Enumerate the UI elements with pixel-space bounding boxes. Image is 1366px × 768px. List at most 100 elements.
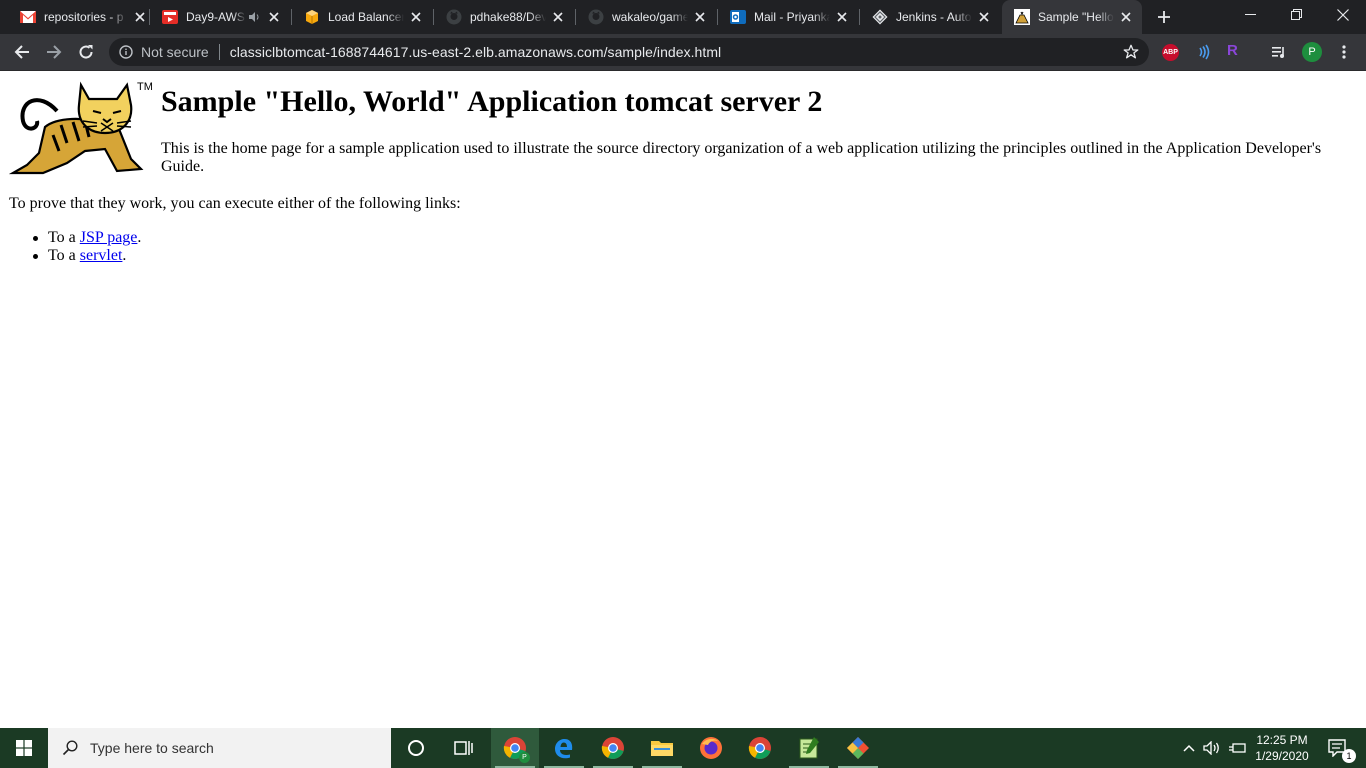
clock-time: 12:25 PM <box>1256 733 1308 747</box>
outlook-icon <box>730 9 746 25</box>
windows-logo-icon <box>16 740 32 756</box>
cortana-button[interactable] <box>392 728 440 768</box>
aws-icon <box>304 9 320 25</box>
close-icon[interactable] <box>834 9 850 25</box>
cortana-icon <box>408 740 424 756</box>
task-view-icon <box>454 741 473 755</box>
close-icon[interactable] <box>1118 9 1134 25</box>
wifi-extension-icon[interactable] <box>1192 40 1216 64</box>
restore-button[interactable] <box>1274 0 1320 30</box>
tab-strip: repositories - p Day9-AWS Load Balancers… <box>0 0 1366 34</box>
start-button[interactable] <box>0 728 48 768</box>
close-icon[interactable] <box>692 9 708 25</box>
link-prefix: To a <box>48 229 80 246</box>
r-extension-icon[interactable]: R <box>1227 42 1241 60</box>
servlet-link[interactable]: servlet <box>80 247 123 264</box>
folder-icon <box>651 741 673 756</box>
task-view-button[interactable] <box>440 728 488 768</box>
chrome-icon <box>601 737 624 759</box>
tab-sample-hello-active[interactable]: Sample "Hello <box>1002 0 1142 34</box>
tab-title: Load Balancers <box>328 10 404 24</box>
link-suffix: . <box>137 229 142 246</box>
tab-jenkins[interactable]: Jenkins - Auto <box>860 0 1002 34</box>
link-suffix: . <box>122 247 127 264</box>
taskbar-search-box[interactable]: Type here to search <box>48 728 391 768</box>
tab-title: wakaleo/game <box>612 10 688 24</box>
trademark-mark: TM <box>137 81 153 93</box>
security-label[interactable]: Not secure <box>141 44 209 60</box>
page-description: This is the home page for a sample appli… <box>161 140 1322 175</box>
gmail-icon <box>20 9 36 25</box>
git-icon <box>847 737 869 759</box>
tab-title: pdhake88/Dev <box>470 10 546 24</box>
network-icon[interactable] <box>1226 728 1248 768</box>
list-item: To a JSP page. <box>32 229 142 247</box>
tab-day9-aws[interactable]: Day9-AWS <box>150 0 292 34</box>
github-icon <box>446 9 462 25</box>
profile-avatar[interactable]: P <box>1302 42 1322 62</box>
info-icon[interactable] <box>118 44 134 60</box>
youtube-icon <box>162 9 178 25</box>
chrome-icon <box>748 737 771 759</box>
tomcat-icon <box>1014 9 1030 25</box>
github-icon <box>588 9 604 25</box>
speaker-icon[interactable] <box>248 9 262 25</box>
tab-title: Mail - Priyanka <box>754 10 830 24</box>
action-center-button[interactable]: 1 <box>1318 728 1358 768</box>
back-button[interactable] <box>10 40 34 64</box>
tab-title: Jenkins - Auto <box>896 10 972 24</box>
taskbar-notepad-plus[interactable] <box>785 728 833 768</box>
address-divider <box>218 44 220 60</box>
link-prefix: To a <box>48 247 80 264</box>
search-icon <box>62 740 78 756</box>
links-intro: To prove that they work, you can execute… <box>9 195 461 212</box>
taskbar-firefox[interactable] <box>687 728 735 768</box>
close-icon[interactable] <box>976 9 992 25</box>
web-page: TM Sample "Hello, World" Application tom… <box>0 71 1366 728</box>
tab-title: Day9-AWS <box>186 10 245 24</box>
close-icon[interactable] <box>408 9 424 25</box>
tab-mail-priyanka[interactable]: Mail - Priyanka <box>718 0 860 34</box>
close-window-button[interactable] <box>1320 0 1366 30</box>
tab-load-balancers[interactable]: Load Balancers <box>292 0 434 34</box>
chrome-profile-badge: P <box>519 752 530 763</box>
jenkins-icon <box>872 9 888 25</box>
taskbar-chrome-profile[interactable]: P <box>491 728 539 768</box>
list-item: To a servlet. <box>32 247 141 265</box>
close-icon[interactable] <box>266 9 282 25</box>
notepad-icon <box>799 737 819 759</box>
clock[interactable]: 12:25 PM 1/29/2020 <box>1250 728 1314 768</box>
reload-button[interactable] <box>74 40 98 64</box>
taskbar-git-gui[interactable] <box>834 728 882 768</box>
clock-date: 1/29/2020 <box>1255 749 1309 763</box>
tomcat-logo: TM <box>8 81 153 177</box>
notification-count-badge: 1 <box>1342 749 1356 763</box>
volume-icon[interactable] <box>1200 728 1224 768</box>
address-bar[interactable]: Not secure classiclbtomcat-1688744617.us… <box>109 38 1149 66</box>
star-icon[interactable] <box>1123 44 1139 60</box>
taskbar-chrome-2[interactable] <box>736 728 784 768</box>
taskbar-chrome[interactable] <box>589 728 637 768</box>
minimize-button[interactable] <box>1228 0 1274 30</box>
tab-wakaleo[interactable]: wakaleo/game <box>576 0 718 34</box>
url-text[interactable]: classiclbtomcat-1688744617.us-east-2.elb… <box>230 44 722 60</box>
media-control-icon[interactable] <box>1267 40 1291 64</box>
close-icon[interactable] <box>550 9 566 25</box>
jsp-page-link[interactable]: JSP page <box>80 229 138 246</box>
adblock-extension-icon[interactable]: ABP <box>1162 44 1179 61</box>
close-icon[interactable] <box>132 9 148 25</box>
taskbar-edge[interactable] <box>540 728 588 768</box>
tab-pdhake88[interactable]: pdhake88/Dev <box>434 0 576 34</box>
menu-kebab-icon[interactable] <box>1332 40 1356 64</box>
tab-title: repositories - p <box>44 10 124 24</box>
edge-icon <box>555 739 573 759</box>
links-list: To a JSP page. To a servlet. <box>32 229 142 265</box>
tab-gmail[interactable]: repositories - p <box>0 0 150 34</box>
forward-button[interactable] <box>42 40 66 64</box>
firefox-icon <box>700 737 722 759</box>
new-tab-button[interactable] <box>1154 7 1174 27</box>
tab-title: Sample "Hello <box>1038 10 1114 24</box>
taskbar-file-explorer[interactable] <box>638 728 686 768</box>
page-title: Sample "Hello, World" Application tomcat… <box>161 85 823 118</box>
tray-overflow-chevron-icon[interactable] <box>1180 728 1198 768</box>
